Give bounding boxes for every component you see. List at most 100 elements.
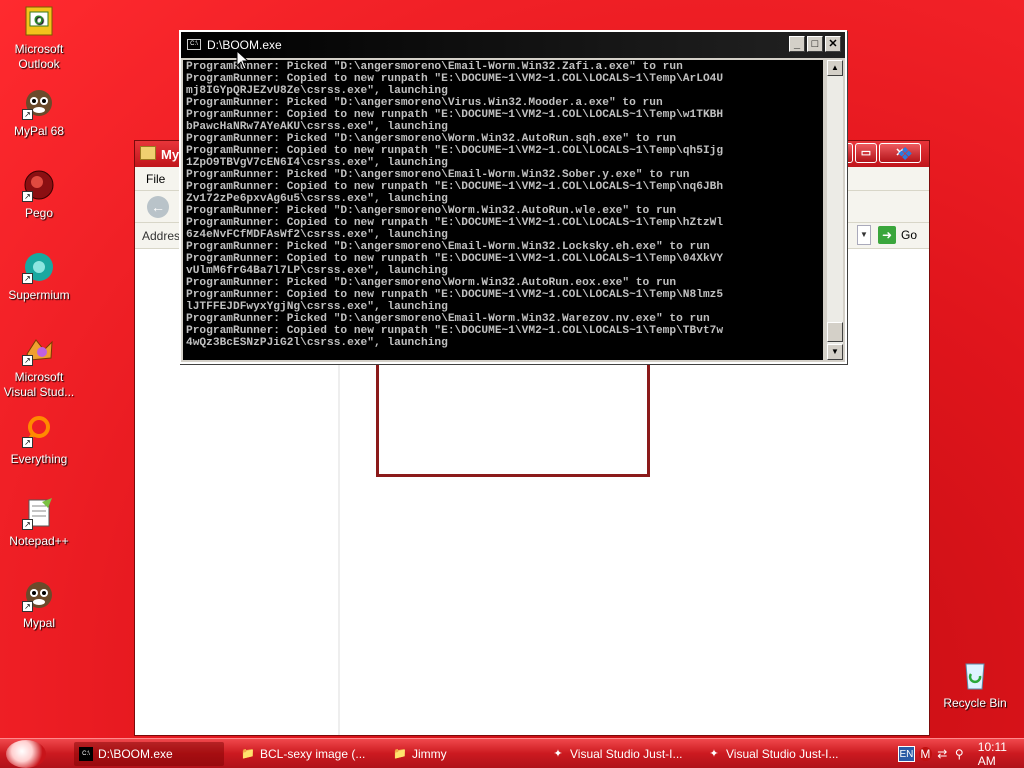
content-frame: [376, 365, 650, 477]
console-line: ProgramRunner: Copied to new runpath "E:…: [186, 325, 724, 337]
everything-icon: ↗: [22, 414, 56, 448]
desktop-icon-label: Everything: [10, 452, 68, 466]
desktop-icon-supermium[interactable]: ↗ Supermium: [2, 250, 76, 303]
task-label: D:\BOOM.exe: [98, 747, 173, 761]
console-icon: C:\: [79, 747, 93, 761]
explorer-title: My: [161, 147, 180, 162]
notepadpp-icon: ↗: [22, 496, 56, 530]
scroll-up-icon[interactable]: ▲: [827, 60, 843, 76]
shortcut-arrow-icon: ↗: [22, 109, 33, 120]
console-maximize-button[interactable]: □: [807, 36, 823, 52]
go-button[interactable]: ➜ Go: [877, 226, 917, 244]
console-line: lJTFFEJDFwyxYgjNg\csrss.exe", launching: [186, 301, 448, 313]
clock: 10:11 AM: [977, 739, 1007, 768]
console-line: ProgramRunner: Copied to new runpath "E:…: [186, 289, 724, 301]
console-close-button[interactable]: ✕: [825, 36, 841, 52]
desktop-icon-label: Microsoft Outlook: [14, 42, 64, 71]
console-line: ProgramRunner: Picked "D:\angersmoreno\W…: [186, 205, 677, 217]
start-button[interactable]: [6, 740, 46, 768]
task-label: BCL-sexy image (...: [260, 747, 366, 761]
console-line: mj8IGYpQRJEZvU8Ze\csrss.exe", launching: [186, 85, 448, 97]
svg-text:O: O: [34, 13, 43, 27]
taskbar-item-vs-jit-2[interactable]: ✦ Visual Studio Just-I...: [702, 742, 852, 766]
console-line: 6z4eNvFCfMDFAsWf2\csrss.exe", launching: [186, 229, 448, 241]
scroll-down-icon[interactable]: ▼: [827, 344, 843, 360]
console-line: ProgramRunner: Copied to new runpath "E:…: [186, 253, 724, 265]
console-output[interactable]: ProgramRunner: Picked "D:\angersmoreno\E…: [183, 60, 823, 360]
console-line: ProgramRunner: Picked "D:\angersmoreno\E…: [186, 313, 710, 325]
system-tray: EN M ⇄ ⚲ 10:11 AM: [874, 739, 1024, 768]
desktop-icon-label: Supermium: [8, 288, 70, 302]
shortcut-arrow-icon: ↗: [22, 437, 33, 448]
console-line: ProgramRunner: Copied to new runpath "E:…: [186, 145, 724, 157]
console-scrollbar[interactable]: ▲ ▼: [827, 60, 843, 360]
console-line: ProgramRunner: Picked "D:\angersmoreno\W…: [186, 277, 677, 289]
console-line: vUlmM6frG4Ba7l7LP\csrss.exe", launching: [186, 265, 448, 277]
desktop-icon-mypal68[interactable]: ↗ MyPal 68: [2, 86, 76, 139]
desktop-icon-label: Pego: [24, 206, 54, 220]
console-line: ProgramRunner: Picked "D:\angersmoreno\W…: [186, 133, 677, 145]
pego-icon: ↗: [22, 168, 56, 202]
desktop-icon-mypal[interactable]: ↗ Mypal: [2, 578, 76, 631]
network-icon[interactable]: ⇄: [936, 747, 949, 761]
console-line: ProgramRunner: Picked "D:\angersmoreno\E…: [186, 61, 683, 73]
console-line: 4wQz3BcESNzPJiG2l\csrss.exe", launching: [186, 337, 448, 349]
explorer-maximize-button[interactable]: ▭: [855, 143, 877, 163]
desktop-icon-pego[interactable]: ↗ Pego: [2, 168, 76, 221]
console-minimize-button[interactable]: _: [789, 36, 805, 52]
console-line: ProgramRunner: Copied to new runpath "E:…: [186, 217, 724, 229]
taskbar-item-boom[interactable]: C:\ D:\BOOM.exe: [74, 742, 224, 766]
desktop-icon-recycle-bin[interactable]: Recycle Bin: [936, 658, 1014, 711]
mouse-cursor-icon: [236, 50, 250, 70]
windows-logo-icon: ❖: [897, 144, 914, 164]
folder-icon: 📁: [393, 748, 407, 760]
scroll-thumb[interactable]: [827, 322, 843, 342]
go-label: Go: [900, 228, 917, 242]
console-window[interactable]: C:\ D:\BOOM.exe _ □ ✕ ProgramRunner: Pic…: [179, 30, 847, 364]
desktop-icon-label: Notepad++: [9, 534, 69, 548]
taskbar-item-jimmy[interactable]: 📁 Jimmy: [388, 742, 538, 766]
console-titlebar[interactable]: C:\ D:\BOOM.exe _ □ ✕: [181, 32, 845, 58]
desktop-icon-label: Recycle Bin: [943, 696, 1007, 710]
desktop-icon-everything[interactable]: ↗ Everything: [2, 414, 76, 467]
taskbar: C:\ D:\BOOM.exe 📁 BCL-sexy image (... 📁 …: [0, 738, 1024, 768]
task-label: Jimmy: [412, 747, 447, 761]
shortcut-arrow-icon: ↗: [22, 355, 33, 366]
desktop-icon-label: Microsoft Visual Stud...: [3, 370, 75, 399]
outlook-icon: O: [22, 4, 56, 38]
taskbar-item-bcl[interactable]: 📁 BCL-sexy image (...: [236, 742, 386, 766]
taskbar-item-vs-jit-1[interactable]: ✦ Visual Studio Just-I...: [546, 742, 696, 766]
console-line: ProgramRunner: Copied to new runpath "E:…: [186, 181, 724, 193]
visual-studio-icon: ✦: [553, 748, 563, 760]
mypal-icon: ↗: [22, 86, 56, 120]
back-arrow-icon[interactable]: ←: [147, 196, 169, 218]
desktop-icon-outlook[interactable]: O Microsoft Outlook: [2, 4, 76, 72]
task-label: Visual Studio Just-I...: [726, 747, 839, 761]
chevron-down-icon[interactable]: ▼: [857, 225, 871, 245]
console-line: ProgramRunner: Copied to new runpath "E:…: [186, 109, 724, 121]
antivirus-icon[interactable]: M: [918, 746, 932, 761]
search-icon[interactable]: ⚲: [953, 747, 966, 761]
menu-file[interactable]: File: [146, 172, 165, 186]
desktop-icon-label: Mypal: [22, 616, 55, 630]
visual-studio-icon: ✦: [709, 748, 719, 760]
folder-icon: [140, 146, 156, 160]
go-arrow-icon: ➜: [877, 226, 896, 244]
task-label: Visual Studio Just-I...: [570, 747, 683, 761]
shortcut-arrow-icon: ↗: [22, 273, 33, 284]
console-line: Zv172zPe6pxvAg6u5\csrss.exe", launching: [186, 193, 448, 205]
shortcut-arrow-icon: ↗: [22, 519, 33, 530]
console-line: ProgramRunner: Copied to new runpath "E:…: [186, 73, 724, 85]
desktop-icon-notepadpp[interactable]: ↗ Notepad++: [2, 496, 76, 549]
visual-studio-icon: ↗: [22, 332, 56, 366]
shortcut-arrow-icon: ↗: [22, 191, 33, 202]
folder-icon: 📁: [241, 748, 255, 760]
shortcut-arrow-icon: ↗: [22, 601, 33, 612]
language-indicator[interactable]: EN: [898, 745, 915, 762]
desktop-icon-label: MyPal 68: [13, 124, 65, 138]
recycle-bin-icon: [958, 658, 992, 692]
desktop-icon-visual-studio[interactable]: ↗ Microsoft Visual Stud...: [2, 332, 76, 400]
supermium-icon: ↗: [22, 250, 56, 284]
console-icon: C:\: [187, 39, 201, 50]
console-line: ProgramRunner: Picked "D:\angersmoreno\E…: [186, 169, 690, 181]
